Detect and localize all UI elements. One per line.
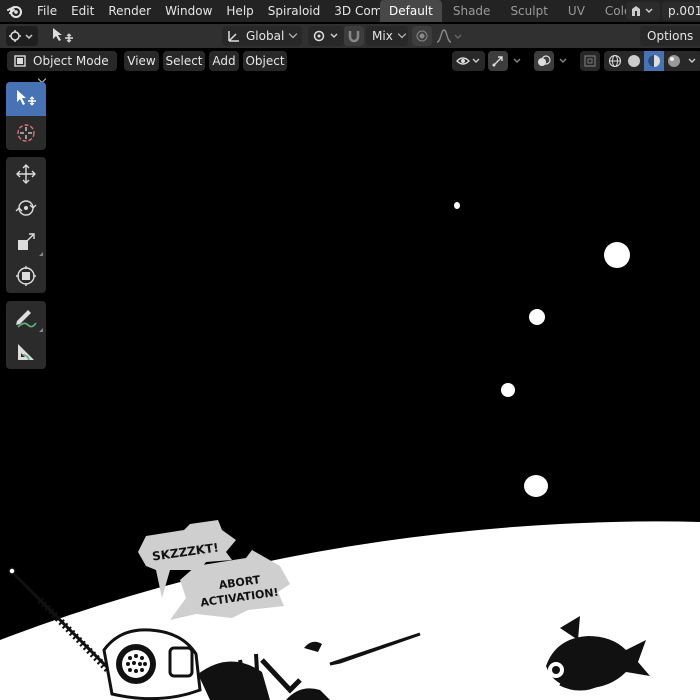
menu-select[interactable]: Select xyxy=(163,51,205,71)
tool-select-box[interactable] xyxy=(6,82,46,116)
ruler-icon xyxy=(18,344,34,361)
proportional-edit-toggle[interactable] xyxy=(412,26,432,46)
menu-help[interactable]: Help xyxy=(219,0,260,22)
snap-toggle[interactable] xyxy=(344,26,364,46)
menu-object[interactable]: Object xyxy=(243,51,287,71)
top-bar: File Edit Render Window Help Spiraloid 3… xyxy=(0,0,700,22)
orientation-dropdown[interactable]: Global xyxy=(222,26,302,46)
scale-icon xyxy=(18,233,35,250)
tool-transform[interactable] xyxy=(6,259,46,293)
tab-shade[interactable]: Shade xyxy=(444,0,500,22)
toolbar-transform-group xyxy=(6,157,46,293)
scene-selector[interactable]: p.0013 xyxy=(626,0,700,22)
mode-dropdown[interactable]: Object Mode xyxy=(7,51,117,84)
falloff-dropdown[interactable] xyxy=(436,28,464,44)
tool-annotate[interactable] xyxy=(6,301,46,335)
gizmo-toggle[interactable] xyxy=(488,51,508,71)
falloff-curve-icon xyxy=(436,29,462,43)
object-mode-icon xyxy=(14,55,26,67)
shading-mode-group xyxy=(604,51,700,71)
wireframe-shading-button[interactable] xyxy=(606,52,624,70)
visibility-dropdown[interactable] xyxy=(452,51,485,71)
menu-render[interactable]: Render xyxy=(101,0,158,22)
editor-type-button[interactable] xyxy=(6,26,38,46)
menu-view[interactable]: View xyxy=(124,51,159,71)
snap-target-dropdown[interactable]: Mix xyxy=(366,26,408,46)
select-box-icon xyxy=(17,90,36,106)
menu-file[interactable]: File xyxy=(30,0,64,22)
pencil-icon xyxy=(16,310,37,328)
tool-move[interactable] xyxy=(6,157,46,191)
viewport-header: Object Mode View Select Add Object xyxy=(0,48,700,84)
rendered-shading-button[interactable] xyxy=(665,52,683,70)
xray-icon xyxy=(584,55,596,67)
tool-measure[interactable] xyxy=(6,335,46,369)
tool-cursor[interactable] xyxy=(6,116,46,150)
gizmo-dropdown[interactable] xyxy=(510,54,524,68)
toolbar-select-group xyxy=(6,82,46,150)
options-dropdown[interactable]: Options xyxy=(640,26,700,59)
mode-label: Object Mode xyxy=(33,54,109,68)
pivot-icon xyxy=(313,30,338,42)
3d-viewport[interactable]: SKZZZKT! ABORT ACTIVATION! xyxy=(0,73,700,700)
transform-icon xyxy=(16,266,36,286)
solid-shading-button[interactable] xyxy=(625,52,643,70)
xray-toggle[interactable] xyxy=(580,51,600,71)
blender-logo-icon[interactable] xyxy=(0,0,30,22)
proportional-edit-icon xyxy=(416,30,428,42)
chevron-down-icon xyxy=(513,58,521,63)
scene-name-field[interactable]: p.0013 xyxy=(662,2,700,20)
tab-default[interactable]: Default xyxy=(380,0,442,22)
wireframe-icon xyxy=(608,54,622,68)
overlay-dropdown[interactable] xyxy=(556,54,570,68)
workspace-tabs: Default Shade Sculpt UV Color xyxy=(380,0,647,22)
material-shading-button[interactable] xyxy=(644,51,664,71)
viewport-editor-icon xyxy=(9,30,33,42)
toolbar-annotate-group xyxy=(6,301,46,369)
orientation-icon xyxy=(228,31,239,42)
overlay-toggle[interactable] xyxy=(534,51,554,71)
pivot-point-dropdown[interactable] xyxy=(308,26,344,46)
chevron-down-icon xyxy=(688,58,696,63)
scene-icon[interactable] xyxy=(626,2,660,20)
move-icon xyxy=(16,164,36,184)
chevron-down-icon xyxy=(559,58,567,63)
shading-dropdown[interactable] xyxy=(684,52,700,70)
menu-edit[interactable]: Edit xyxy=(64,0,101,22)
snap-target-label: Mix xyxy=(372,29,393,43)
tool-scale[interactable] xyxy=(6,225,46,259)
gizmo-icon xyxy=(492,56,503,67)
transform-tool-icon[interactable] xyxy=(50,26,74,46)
rendered-sphere-icon xyxy=(668,55,680,67)
rotate-icon xyxy=(15,200,37,216)
menu-spiraloid[interactable]: Spiraloid xyxy=(261,0,327,22)
menu-window[interactable]: Window xyxy=(158,0,219,22)
material-sphere-icon xyxy=(648,55,660,67)
comic-panel-art: SKZZZKT! ABORT ACTIVATION! xyxy=(0,520,700,700)
solid-sphere-icon xyxy=(628,55,640,67)
menu-add[interactable]: Add xyxy=(209,51,239,71)
tool-header: Global Mix Options xyxy=(0,24,700,59)
eye-icon xyxy=(456,57,480,65)
magnet-icon xyxy=(348,31,360,43)
tab-sculpt[interactable]: Sculpt xyxy=(501,0,556,22)
overlay-icon xyxy=(538,55,551,66)
tool-rotate[interactable] xyxy=(6,191,46,225)
tab-uv[interactable]: UV xyxy=(559,0,594,22)
orientation-label: Global xyxy=(246,29,285,43)
options-label: Options xyxy=(647,29,694,43)
cursor-icon xyxy=(17,124,35,142)
